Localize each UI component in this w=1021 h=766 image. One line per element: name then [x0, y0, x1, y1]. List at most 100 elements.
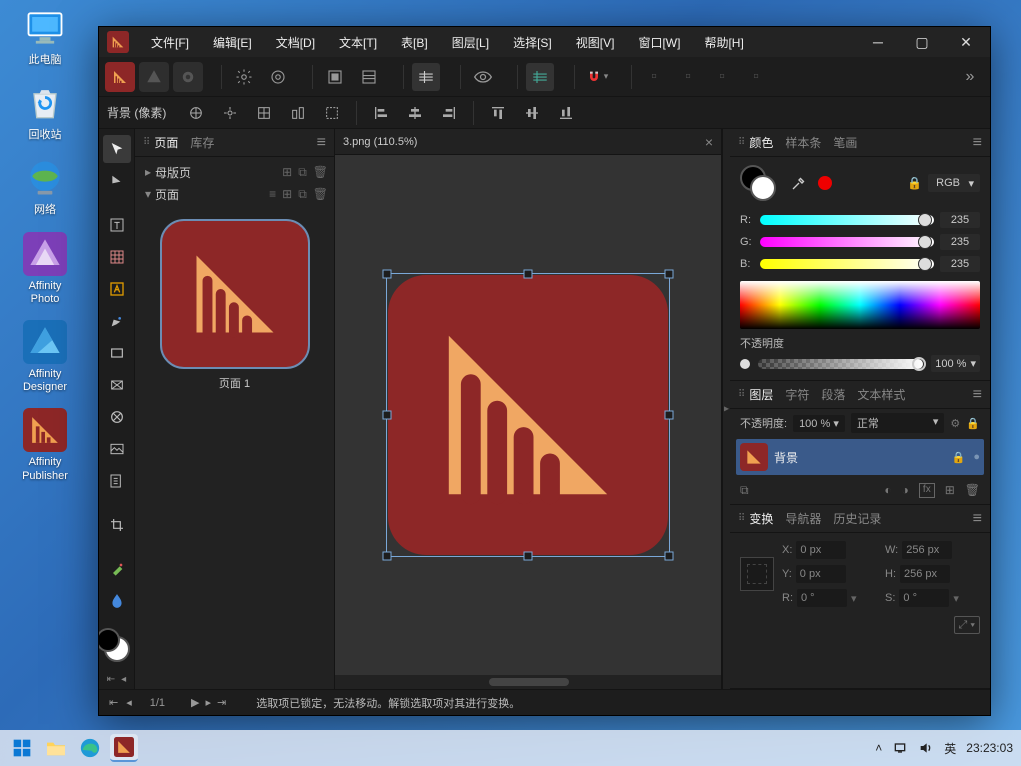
desktop-icon-this-pc[interactable]: 此电脑	[6, 6, 84, 67]
horizontal-scrollbar[interactable]	[335, 675, 721, 689]
ime-indicator[interactable]: 英	[944, 740, 956, 757]
fill-tool[interactable]	[103, 555, 131, 583]
slider-r[interactable]: R: 235	[730, 209, 990, 231]
task-affinity-publisher[interactable]	[110, 734, 138, 762]
handle-se[interactable]	[665, 552, 674, 561]
menu-text[interactable]: 文本[T]	[327, 27, 389, 57]
maximize-button[interactable]: ▢	[914, 34, 930, 51]
panel-menu-icon[interactable]: ≡	[973, 386, 982, 404]
slider-b[interactable]: B: 235	[730, 253, 990, 275]
delete-page-icon[interactable]: 🗑	[313, 187, 328, 202]
transform-origin-icon[interactable]	[250, 99, 278, 127]
menu-window[interactable]: 窗口[W]	[626, 27, 692, 57]
add-master-icon[interactable]: ⊞	[282, 165, 292, 180]
align-top-icon[interactable]	[484, 99, 512, 127]
duplicate-page-icon[interactable]: ⧉	[298, 187, 307, 202]
handle-ne[interactable]	[665, 270, 674, 279]
tab-color[interactable]: 颜色	[749, 134, 773, 151]
first-page-icon[interactable]: ⇤	[107, 696, 120, 709]
handle-sw[interactable]	[383, 552, 392, 561]
layer-item[interactable]: 背景 🔒 ●	[736, 439, 984, 475]
menu-document[interactable]: 文档[D]	[264, 27, 327, 57]
layer-opacity-value[interactable]: 100 % ▾	[793, 415, 845, 432]
transform-r[interactable]: R:▾	[782, 589, 877, 607]
toggle-ui-icon[interactable]	[412, 63, 440, 91]
show-alignment-icon[interactable]	[216, 99, 244, 127]
tab-assets[interactable]: 库存	[190, 134, 214, 151]
tree-pages[interactable]: ▾ 页面 ≡ ⊞ ⧉ 🗑	[141, 183, 328, 205]
task-edge[interactable]	[76, 734, 104, 762]
handle-w[interactable]	[383, 411, 392, 420]
preferences-icon[interactable]	[230, 63, 258, 91]
hide-selection-icon[interactable]	[318, 99, 346, 127]
panel-drag-icon[interactable]: ⠿	[143, 137, 148, 148]
tab-navigator[interactable]: 导航器	[785, 510, 821, 527]
close-tab-icon[interactable]: ×	[705, 134, 713, 150]
transform-s[interactable]: S:▾	[885, 589, 980, 607]
slider-g[interactable]: G: 235	[730, 231, 990, 253]
prev-page-first-icon[interactable]: ⇤	[107, 674, 115, 685]
delete-layer-icon[interactable]: 🗑	[965, 483, 980, 498]
place-image-tool[interactable]	[103, 467, 131, 495]
tab-stroke[interactable]: 笔画	[833, 134, 857, 151]
table-tool[interactable]	[103, 243, 131, 271]
move-tool[interactable]	[103, 135, 131, 163]
fill-stroke-wells[interactable]	[740, 165, 776, 201]
handle-e[interactable]	[665, 411, 674, 420]
document-tab[interactable]: 3.png (110.5%)	[343, 136, 417, 148]
tree-master-pages[interactable]: ▸ 母版页 ⊞ ⧉ 🗑	[141, 161, 328, 183]
color-spectrum[interactable]	[740, 281, 980, 329]
tab-transform[interactable]: 变换	[749, 510, 773, 527]
caret-down-icon[interactable]: ▾	[141, 187, 155, 201]
align-bottom-icon[interactable]	[552, 99, 580, 127]
volume-icon[interactable]	[918, 741, 934, 755]
transform-w[interactable]: W:	[885, 541, 980, 559]
close-button[interactable]: ✕	[958, 34, 974, 51]
panel-drag-icon[interactable]: ⠿	[738, 389, 743, 400]
panel-menu-icon[interactable]: ≡	[973, 134, 982, 152]
persona-designer[interactable]	[139, 62, 169, 92]
canvas[interactable]	[335, 155, 721, 675]
handle-nw[interactable]	[383, 270, 392, 279]
mask-icon[interactable]: ◐	[884, 483, 891, 498]
tab-paragraph[interactable]: 段落	[821, 386, 845, 403]
prev-page-icon[interactable]: ◂	[124, 696, 134, 709]
add-page-icon[interactable]: ⊞	[282, 187, 292, 202]
play-icon[interactable]: ▶	[191, 696, 199, 709]
layer-lock-icon[interactable]: 🔒	[952, 451, 966, 464]
menu-table[interactable]: 表[B]	[389, 27, 440, 57]
transparency-tool[interactable]	[103, 587, 131, 615]
link-dimensions-icon[interactable]: ⤢ ▾	[954, 616, 980, 634]
preflight-icon[interactable]	[321, 63, 349, 91]
handle-n[interactable]	[524, 270, 533, 279]
preview-mode-icon[interactable]	[469, 63, 497, 91]
artistic-text-tool[interactable]	[103, 275, 131, 303]
page-indicator[interactable]: 1/1	[150, 697, 165, 709]
picture-frame-tool[interactable]	[103, 435, 131, 463]
tab-pages[interactable]: 页面	[154, 134, 178, 151]
menu-layer[interactable]: 图层[L]	[440, 27, 501, 57]
rectangle-x-tool[interactable]	[103, 371, 131, 399]
picked-color-icon[interactable]	[818, 176, 832, 190]
adjustment-icon[interactable]: ◑	[902, 483, 909, 498]
layer-visibility-icon[interactable]: ●	[973, 451, 980, 464]
toolbar-overflow-icon[interactable]: »	[956, 63, 984, 91]
next-page-icon[interactable]: ▸	[206, 696, 212, 709]
menu-select[interactable]: 选择[S]	[501, 27, 564, 57]
minimize-button[interactable]: ─	[870, 34, 886, 51]
duplicate-master-icon[interactable]: ⧉	[298, 165, 307, 180]
align-center-icon[interactable]	[182, 99, 210, 127]
panel-drag-icon[interactable]: ⠿	[738, 513, 743, 524]
ellipse-tool[interactable]	[103, 403, 131, 431]
opacity-slider[interactable]	[758, 359, 923, 369]
snapping-toggle-icon[interactable]	[526, 63, 554, 91]
rectangle-tool[interactable]	[103, 339, 131, 367]
vector-crop-tool[interactable]	[103, 511, 131, 539]
transform-h[interactable]: H:	[885, 565, 980, 583]
clock[interactable]: 23:23:03	[966, 741, 1013, 755]
add-layer-icon[interactable]: ⊞	[945, 483, 955, 498]
desktop-icon-affinity-publisher[interactable]: Affinity Publisher	[6, 408, 84, 482]
color-swatch[interactable]	[104, 636, 130, 662]
panel-drag-icon[interactable]: ⠿	[738, 137, 743, 148]
tab-layers[interactable]: 图层	[749, 386, 773, 403]
